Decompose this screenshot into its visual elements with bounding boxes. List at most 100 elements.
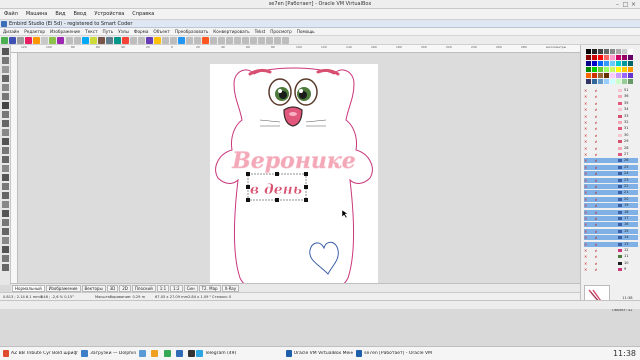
- trim-icon[interactable]: [154, 37, 161, 44]
- eyedropper-icon[interactable]: [2, 156, 9, 163]
- color-swatch[interactable]: [586, 79, 591, 84]
- color-swatch[interactable]: [604, 61, 609, 66]
- tab-2d[interactable]: 2D: [119, 284, 131, 292]
- color-swatch[interactable]: [622, 73, 627, 78]
- taskbar-item[interactable]: [138, 348, 148, 358]
- color-swatch[interactable]: [622, 79, 627, 84]
- layer-visibility-icon[interactable]: ✕: [584, 165, 589, 170]
- fill-icon[interactable]: [98, 37, 105, 44]
- applique-tool-icon[interactable]: [2, 228, 9, 235]
- layer-row[interactable]: ✕ ℯ 26: [584, 158, 638, 164]
- open-icon[interactable]: [9, 37, 16, 44]
- menu-transform[interactable]: Преобразовать: [175, 29, 208, 34]
- ellipse-tool-icon[interactable]: [2, 120, 9, 127]
- color-swatch[interactable]: [592, 79, 597, 84]
- color-swatch[interactable]: [586, 73, 591, 78]
- color-swatch[interactable]: [598, 79, 603, 84]
- layer-row[interactable]: ✕ ℯ 31: [584, 126, 638, 131]
- color-swatch[interactable]: [610, 61, 615, 66]
- satin-tool-icon[interactable]: [2, 201, 9, 208]
- menu-path[interactable]: Путь: [103, 29, 114, 34]
- taskbar-item[interactable]: Oracle VM VirtualBox Менеджер: [285, 348, 353, 358]
- rotate-icon[interactable]: [130, 37, 137, 44]
- knife-tool-icon[interactable]: [2, 165, 9, 172]
- layer-row[interactable]: ✕ ℯ 18: [584, 209, 638, 215]
- layer-row[interactable]: ✕ ℯ 32: [584, 120, 638, 125]
- design-text-phrase[interactable]: в день: [250, 182, 303, 198]
- zoom-out-icon[interactable]: [74, 37, 81, 44]
- menu-text[interactable]: Текст: [85, 29, 97, 34]
- layer-row[interactable]: ✕ ℯ 25: [584, 164, 638, 170]
- tab-vectors[interactable]: Векторы: [81, 284, 106, 292]
- node-tool-icon[interactable]: [2, 57, 9, 64]
- color-swatch[interactable]: [598, 67, 603, 72]
- ungroup-icon[interactable]: [122, 37, 129, 44]
- zoom-tool-icon[interactable]: [2, 66, 9, 73]
- layer-row[interactable]: ✕ ℯ 22: [584, 184, 638, 189]
- color-swatch[interactable]: [586, 67, 591, 72]
- vm-menu-input[interactable]: Ввод: [74, 11, 87, 17]
- layer-row[interactable]: ✕ ℯ 35: [584, 101, 638, 106]
- arrow-tool-icon[interactable]: [2, 48, 9, 55]
- layer-row[interactable]: ✕ ℯ 24: [584, 171, 638, 177]
- menu-image[interactable]: Изображение: [50, 29, 80, 34]
- fill-tool-icon[interactable]: [2, 138, 9, 145]
- color-swatch[interactable]: [586, 49, 591, 54]
- layer-row[interactable]: ✕ ℯ 21: [584, 190, 638, 196]
- layer-row[interactable]: ✕ ℯ 14: [584, 235, 638, 241]
- layer-visibility-icon[interactable]: ✕: [584, 126, 589, 131]
- tab-flat[interactable]: Плоский: [131, 284, 156, 292]
- eraser-tool-icon[interactable]: [2, 174, 9, 181]
- rect-icon[interactable]: [234, 37, 241, 44]
- color-swatch[interactable]: [616, 61, 621, 66]
- layer-visibility-icon[interactable]: ✕: [584, 146, 589, 151]
- layer-visibility-icon[interactable]: ✕: [584, 178, 589, 183]
- color-swatch[interactable]: [628, 79, 633, 84]
- save-icon[interactable]: [17, 37, 24, 44]
- color-swatch[interactable]: [610, 73, 615, 78]
- select-icon[interactable]: [82, 37, 89, 44]
- color-swatch[interactable]: [622, 61, 627, 66]
- vm-menu-file[interactable]: Файл: [4, 11, 18, 17]
- layer-visibility-icon[interactable]: ✕: [584, 261, 589, 266]
- vm-menu-machine[interactable]: Машина: [26, 11, 48, 17]
- menu-convert[interactable]: Конвертировать: [213, 29, 249, 34]
- tab-normal[interactable]: Нормальный: [12, 284, 45, 292]
- stitch-icon[interactable]: [186, 37, 193, 44]
- layer-row[interactable]: ✕ ℯ 36: [584, 94, 638, 99]
- close-icon[interactable]: ×: [630, 1, 637, 8]
- layer-visibility-icon[interactable]: ✕: [584, 107, 589, 112]
- layer-row[interactable]: ✕ ℯ 10: [584, 261, 638, 266]
- color-swatch[interactable]: [598, 55, 603, 60]
- color-swatch[interactable]: [610, 79, 615, 84]
- layer-visibility-icon[interactable]: ✕: [584, 88, 589, 93]
- layer-row[interactable]: ✕ ℯ 19: [584, 203, 638, 209]
- menu-object[interactable]: Объект: [153, 29, 169, 34]
- layer-visibility-icon[interactable]: ✕: [584, 120, 589, 125]
- zoom-in-icon[interactable]: [66, 37, 73, 44]
- copy-icon[interactable]: [33, 37, 40, 44]
- color-swatch[interactable]: [628, 73, 633, 78]
- layer-visibility-icon[interactable]: ✕: [584, 216, 589, 221]
- layer-row[interactable]: ✕ ℯ 23: [584, 177, 638, 183]
- layer-row[interactable]: ✕ ℯ 34: [584, 107, 638, 112]
- polygon-icon[interactable]: [242, 37, 249, 44]
- layer-visibility-icon[interactable]: ✕: [584, 114, 589, 119]
- tab-1-2[interactable]: 1:2: [170, 284, 183, 292]
- color-swatch[interactable]: [616, 67, 621, 72]
- layer-visibility-icon[interactable]: ✕: [584, 197, 589, 202]
- layer-row[interactable]: ✕ ℯ 13: [584, 241, 638, 247]
- snap-icon[interactable]: [274, 37, 281, 44]
- design-text-name[interactable]: Вероникe: [231, 148, 356, 175]
- color-swatch[interactable]: [598, 61, 603, 66]
- layer-visibility-icon[interactable]: ✕: [584, 190, 589, 195]
- star-icon[interactable]: [250, 37, 257, 44]
- color-swatch[interactable]: [616, 49, 621, 54]
- weld-icon[interactable]: [146, 37, 153, 44]
- text-tool-icon[interactable]: [2, 102, 9, 109]
- taskbar-item[interactable]: se7en [Работает] - Oracle VM Vir...: [355, 348, 433, 358]
- pen-tool-icon[interactable]: [2, 84, 9, 91]
- redo-icon[interactable]: [57, 37, 64, 44]
- group-icon[interactable]: [114, 37, 121, 44]
- align-icon[interactable]: [106, 37, 113, 44]
